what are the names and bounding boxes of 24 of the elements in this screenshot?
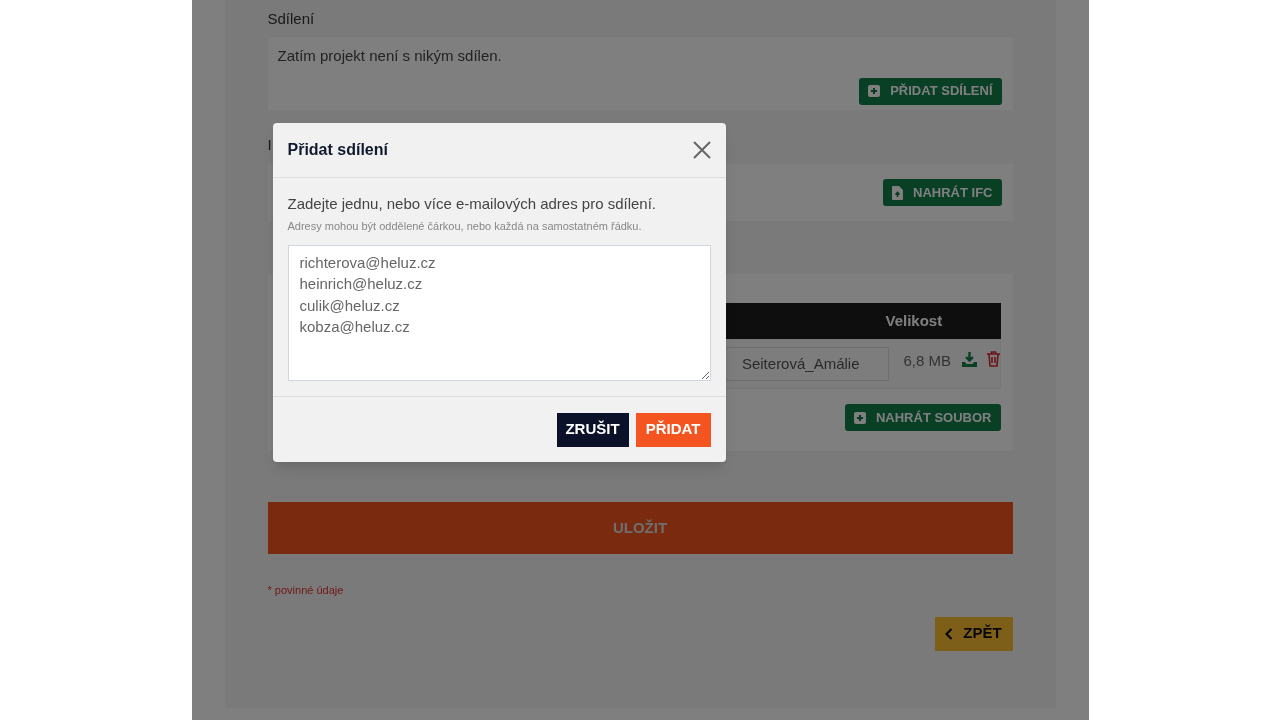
column-header: Velikost <box>884 310 944 331</box>
download-icon[interactable] <box>961 352 977 367</box>
file-upload-icon <box>892 185 904 200</box>
chevron-left-icon <box>945 627 954 640</box>
section-label: I <box>267 135 272 155</box>
close-icon[interactable] <box>692 141 711 159</box>
add-share-button[interactable]: PŘIDAT SDÍLENÍ <box>859 77 1002 105</box>
instruction-text: Zadejte jednu, nebo více e-mailových adres pro sdílení. <box>287 194 658 214</box>
file-size: 6,8 MB <box>902 351 953 371</box>
cancel-button[interactable]: ZRUŠIT <box>556 412 629 447</box>
plus-icon <box>853 411 866 424</box>
upload-file-button[interactable]: NAHRÁT SOUBOR <box>844 404 1001 431</box>
plus-icon <box>868 85 881 97</box>
confirm-button[interactable]: PŘIDAT <box>635 412 711 447</box>
section-label: Sdílení <box>267 9 315 29</box>
email-field[interactable]: richterova@heluz.cz heinrich@heluz.cz culik@heluz.cz kobza@heluz.cz <box>287 244 711 381</box>
back-button[interactable]: ZPĚT <box>934 616 1013 651</box>
empty-message: Zatím projekt není s nikým sdílen. <box>277 46 503 66</box>
required-note: * povinné údaje <box>267 583 345 598</box>
upload-ifc-button[interactable]: NAHRÁT IFC <box>883 179 1002 206</box>
dialog-title: Přidat sdílení <box>287 140 388 160</box>
hint-text: Adresy mohou být oddělené čárkou, nebo každá na samostatném řádku. <box>287 219 643 234</box>
trash-icon[interactable] <box>986 351 1000 367</box>
save-button[interactable]: ULOŽIT <box>267 502 1013 554</box>
